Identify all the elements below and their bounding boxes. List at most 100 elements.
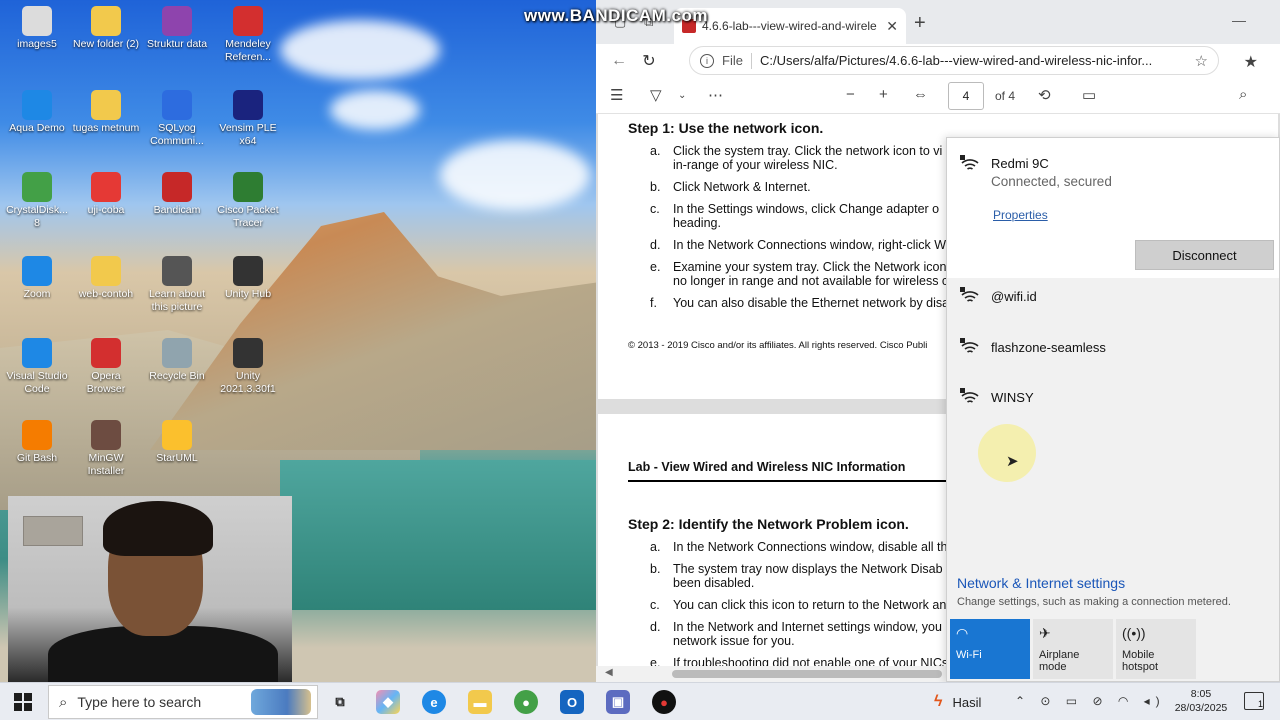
desktop-icon[interactable]: Opera Browser xyxy=(71,338,141,396)
wifi-network-item[interactable]: flashzone-seamless xyxy=(947,335,1279,375)
page-number-input[interactable]: 4 xyxy=(948,82,984,110)
quick-action-label: Mobile hotspot xyxy=(1122,649,1159,673)
network-app-icon[interactable]: ▣ xyxy=(606,690,630,714)
desktop-icon[interactable]: web-contoh xyxy=(71,256,141,301)
instruction-text: The system tray now displays the Network… xyxy=(673,562,943,576)
desktop-icon[interactable]: Struktur data xyxy=(142,6,212,51)
instruction-text: In the Settings windows, click Change ad… xyxy=(673,202,940,216)
instruction-letter: c. xyxy=(650,598,660,612)
close-tab-icon[interactable]: ✕ xyxy=(886,18,898,35)
contents-icon[interactable]: ☰ xyxy=(610,86,623,104)
instruction-text: Click Network & Internet. xyxy=(673,180,811,194)
scroll-thumb[interactable] xyxy=(672,670,942,678)
desktop-icon[interactable]: New folder (2) xyxy=(71,6,141,51)
wifi-network-item[interactable]: @wifi.id xyxy=(947,284,1279,324)
desktop-icon[interactable]: uji-coba xyxy=(71,172,141,217)
task-view-icon[interactable]: ⧉ xyxy=(328,690,352,714)
desktop-icon[interactable]: Git Bash xyxy=(2,420,72,465)
fit-page-icon[interactable]: ⇔ xyxy=(913,86,928,103)
wifi-network-item[interactable]: WINSY xyxy=(947,385,1279,425)
refresh-button[interactable]: ↻ xyxy=(634,46,664,76)
clock-date: 28/03/2025 xyxy=(1174,702,1228,714)
instruction-letter: b. xyxy=(650,180,661,194)
desktop-icon[interactable]: Bandicam xyxy=(142,172,212,217)
hasil-app[interactable]: ϟ Hasil xyxy=(934,693,981,711)
desktop-icon[interactable]: StarUML xyxy=(142,420,212,465)
quick-action-mobile-hotspot[interactable]: ((•)) Mobile hotspot xyxy=(1116,619,1196,679)
page-view-icon[interactable]: ▭ xyxy=(1082,86,1096,104)
git-bash-icon xyxy=(22,420,52,450)
desktop-icon[interactable]: images5 xyxy=(2,6,72,51)
clock[interactable]: 8:05 28/03/2025 xyxy=(1170,687,1232,715)
connected-network[interactable]: Redmi 9C Connected, secured Properties D… xyxy=(947,138,1279,278)
desktop-icon[interactable]: Visual Studio Code xyxy=(2,338,72,396)
instruction-text: If troubleshooting did not enable one of… xyxy=(673,656,949,666)
zoom-icon xyxy=(22,256,52,286)
taskbar-search[interactable]: ⌕ Type here to search xyxy=(48,685,318,719)
desktop-icon[interactable]: SQLyog Communi... xyxy=(142,90,212,148)
desktop-icon[interactable]: Recycle Bin xyxy=(142,338,212,383)
search-placeholder: Type here to search xyxy=(77,694,202,710)
desktop-icon[interactable]: tugas metnum xyxy=(71,90,141,135)
system-tray-icons[interactable]: ⌃ ⊙ ▭ ⊘ ◠ ◂) xyxy=(1015,694,1166,708)
bandicam-taskbar-icon[interactable]: ● xyxy=(652,690,676,714)
zoom-out-icon[interactable]: − xyxy=(846,86,855,103)
new-tab-button[interactable]: + xyxy=(914,12,926,35)
zoom-in-icon[interactable]: + xyxy=(879,86,888,103)
chevron-down-icon[interactable]: ⌄ xyxy=(678,90,686,101)
folder-icon xyxy=(91,90,121,120)
instruction-text: in-range of your wireless NIC. xyxy=(673,158,838,172)
copilot-icon[interactable]: ◆ xyxy=(376,690,400,714)
desktop-icon[interactable]: CrystalDisk... 8 xyxy=(2,172,72,230)
recycle-bin-icon xyxy=(162,338,192,368)
notification-icon[interactable]: 1 xyxy=(1244,692,1264,710)
quick-action-wifi[interactable]: ◠ Wi-Fi xyxy=(950,619,1030,679)
outlook-icon[interactable]: O xyxy=(560,690,584,714)
instruction-letter xyxy=(628,576,673,590)
info-icon[interactable]: i xyxy=(700,53,714,68)
desktop-icon[interactable]: Vensim PLE x64 xyxy=(213,90,283,148)
minimize-button[interactable]: — xyxy=(1232,12,1246,28)
instruction-text: no longer in range and not available for… xyxy=(673,274,949,288)
back-button[interactable]: ← xyxy=(604,46,634,76)
desktop-icon-label: Learn about this picture xyxy=(148,288,206,313)
start-button[interactable] xyxy=(14,693,32,711)
rotate-icon[interactable]: ⟲ xyxy=(1038,86,1051,104)
tab-pdf[interactable]: 4.6.6-lab---view-wired-and-wirele ✕ xyxy=(674,8,906,44)
desktop-icon[interactable]: Learn about this picture xyxy=(142,256,212,314)
webcam-person-hair xyxy=(103,501,213,556)
desktop-icon[interactable]: Zoom xyxy=(2,256,72,301)
desktop-icon[interactable]: MinGW Installer xyxy=(71,420,141,478)
quick-action-airplane-mode[interactable]: ✈ Airplane mode xyxy=(1033,619,1113,679)
image-icon xyxy=(22,6,52,36)
desktop-icon[interactable]: Aqua Demo xyxy=(2,90,72,135)
address-bar[interactable]: i File C:/Users/alfa/Pictures/4.6.6-lab-… xyxy=(689,46,1219,75)
desktop-icon-label: Aqua Demo xyxy=(9,122,65,134)
properties-link[interactable]: Properties xyxy=(993,208,1048,222)
highlight-icon[interactable]: ▽ xyxy=(650,86,662,104)
network-settings-link[interactable]: Network & Internet settings xyxy=(957,575,1125,591)
desktop-icon-label: Zoom xyxy=(23,288,51,300)
desktop-icon-label: Unity Hub xyxy=(224,288,272,300)
wifi-network-name: @wifi.id xyxy=(991,289,1037,304)
desktop-icon[interactable]: Mendeley Referen... xyxy=(213,6,283,64)
more-options-icon[interactable]: ⋯ xyxy=(708,86,723,104)
desktop-icon[interactable]: Cisco Packet Tracer xyxy=(213,172,283,230)
search-icon[interactable]: ⌕ xyxy=(1239,86,1247,103)
clock-time: 8:05 xyxy=(1190,688,1212,700)
desktop-icon[interactable]: Unity 2021.3.30f1 xyxy=(213,338,283,396)
desktop-icon-label: Vensim PLE x64 xyxy=(219,122,277,147)
step1-title: Step 1: Use the network icon. xyxy=(628,120,824,136)
instruction-letter: a. xyxy=(650,540,661,554)
favorites-icon[interactable]: ★ xyxy=(1244,52,1258,72)
favorite-star-icon[interactable]: ☆ xyxy=(1195,52,1208,70)
chrome-icon[interactable]: ● xyxy=(514,690,538,714)
edge-icon[interactable]: e xyxy=(422,690,446,714)
bandicam-watermark: www.BANDICAM.com xyxy=(524,6,708,25)
scroll-left-icon[interactable]: ◀ xyxy=(605,667,613,678)
instruction-letter: e. xyxy=(650,656,661,666)
file-explorer-icon[interactable]: ▬ xyxy=(468,690,492,714)
disconnect-button[interactable]: Disconnect xyxy=(1135,240,1274,270)
desktop-icon[interactable]: Unity Hub xyxy=(213,256,283,301)
crystaldisk-icon xyxy=(22,172,52,202)
